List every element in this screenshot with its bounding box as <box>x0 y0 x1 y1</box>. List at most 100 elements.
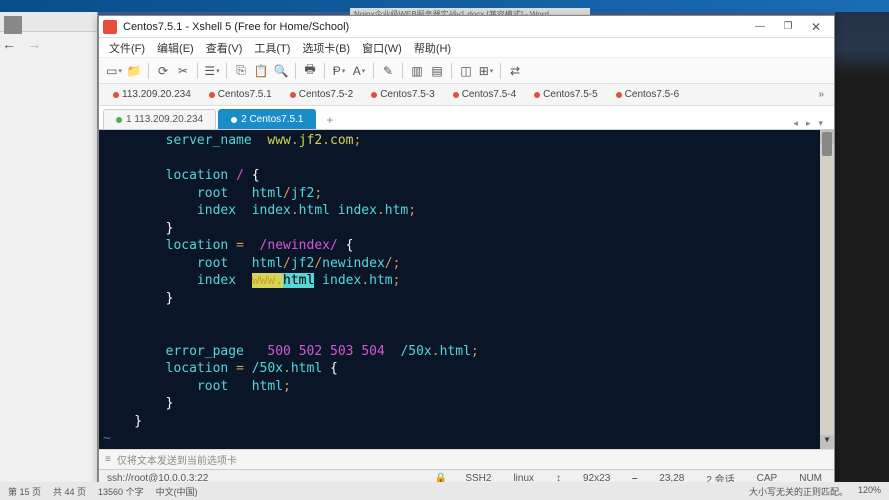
paste-button[interactable]: 📋 <box>252 62 270 80</box>
menu-window[interactable]: 窗口(W) <box>356 38 408 58</box>
add-tab-button[interactable]: + <box>318 111 341 129</box>
blank-line <box>103 307 830 325</box>
code: / <box>385 256 393 271</box>
tunnel-button[interactable]: ◫ <box>457 62 475 80</box>
reconnect-button[interactable]: ⟳ <box>154 62 172 80</box>
separator <box>500 63 501 79</box>
code-highlight: html <box>283 273 314 288</box>
code: index index <box>103 203 291 218</box>
conn-label: 113.209.20.234 <box>122 89 191 100</box>
code: . <box>361 273 369 288</box>
status-dot-icon <box>534 92 540 98</box>
minimize-button[interactable]: — <box>746 18 774 36</box>
properties-button[interactable]: ☰ <box>203 62 221 80</box>
forward-icon[interactable]: → <box>27 36 45 54</box>
code: . <box>291 203 299 218</box>
code: / <box>314 256 322 271</box>
code: } <box>103 291 173 306</box>
window-title: Centos7.5.1 - Xshell 5 (Free for Home/Sc… <box>123 21 746 33</box>
menu-edit[interactable]: 编辑(E) <box>151 38 200 58</box>
right-panel-blur <box>835 12 889 488</box>
code: html <box>440 344 471 359</box>
titlebar[interactable]: Centos7.5.1 - Xshell 5 (Free for Home/Sc… <box>99 16 834 38</box>
menu-view[interactable]: 查看(V) <box>200 38 249 58</box>
scroll-thumb[interactable] <box>822 132 832 156</box>
code: . <box>322 133 330 148</box>
tab-label: 2 Centos7.5.1 <box>241 114 303 125</box>
code: jf2 <box>291 256 314 271</box>
connection-bar: 113.209.20.234 Centos7.5.1 Centos7.5-2 C… <box>99 84 834 106</box>
find-button[interactable]: 🔍 <box>272 62 290 80</box>
code: error_page <box>103 344 267 359</box>
separator <box>402 63 403 79</box>
status-dot-icon <box>616 92 622 98</box>
code: ; <box>393 273 401 288</box>
code <box>244 238 260 253</box>
scroll-down-icon[interactable]: ▼ <box>820 435 834 449</box>
conn-tab-7[interactable]: Centos7.5-6 <box>608 87 687 102</box>
conn-tab-4[interactable]: Centos7.5-3 <box>363 87 442 102</box>
code: { <box>338 238 354 253</box>
language: 中文(中国) <box>156 485 198 498</box>
scrollbar[interactable]: ▲ ▼ <box>820 130 834 449</box>
app-icon <box>4 16 22 34</box>
code: / <box>236 168 244 183</box>
tile-v-button[interactable]: ▤ <box>428 62 446 80</box>
code: /newindex/ <box>260 238 338 253</box>
code: htm <box>385 203 408 218</box>
code: ; <box>283 379 291 394</box>
color-button[interactable]: A <box>350 62 368 80</box>
maximize-button[interactable]: ❐ <box>774 18 802 36</box>
conn-tab-1[interactable]: 113.209.20.234 <box>105 87 199 102</box>
send-menu-icon[interactable]: ≡ <box>105 454 111 465</box>
code: location <box>103 361 236 376</box>
print-button[interactable]: 🖶 <box>301 62 319 80</box>
code: server_name <box>103 133 267 148</box>
code: . <box>283 361 291 376</box>
session-tab-active[interactable]: 2 Centos7.5.1 <box>218 109 316 129</box>
tab-menu-icon[interactable]: ▾ <box>815 118 826 129</box>
send-bar[interactable]: ≡ 仅将文本发送到当前选项卡 <box>99 449 834 469</box>
code: = <box>236 238 244 253</box>
open-session-button[interactable]: 📁 <box>125 62 143 80</box>
status-dot-icon <box>231 117 237 123</box>
font-button[interactable]: Ᵽ <box>330 62 348 80</box>
code <box>244 361 252 376</box>
status-dot-icon <box>116 117 122 123</box>
terminal[interactable]: server_name www.jf2.com; location / { ro… <box>99 130 834 449</box>
code: www <box>267 133 290 148</box>
conn-label: Centos7.5-5 <box>543 89 597 100</box>
code: html <box>291 361 330 376</box>
conn-label: Centos7.5.1 <box>218 89 272 100</box>
session-tab-1[interactable]: 1 113.209.20.234 <box>103 109 216 129</box>
conn-tab-5[interactable]: Centos7.5-4 <box>445 87 524 102</box>
code: root html <box>103 379 283 394</box>
tab-right-icon[interactable]: ▸ <box>803 118 814 129</box>
conn-label: Centos7.5-4 <box>462 89 516 100</box>
blank-line <box>103 325 830 343</box>
menu-tabs[interactable]: 选项卡(B) <box>296 38 356 58</box>
blank-line <box>103 150 830 168</box>
layout-button[interactable]: ⊞ <box>477 62 495 80</box>
menu-file[interactable]: 文件(F) <box>103 38 151 58</box>
overflow-arrow-icon[interactable]: » <box>814 89 828 100</box>
highlight-button[interactable]: ✎ <box>379 62 397 80</box>
tab-left-icon[interactable]: ◂ <box>790 118 801 129</box>
copy-button[interactable]: ⎘ <box>232 62 250 80</box>
conn-tab-6[interactable]: Centos7.5-5 <box>526 87 605 102</box>
code: 500 <box>267 344 290 359</box>
new-session-button[interactable]: ▭ <box>105 62 123 80</box>
menu-tools[interactable]: 工具(T) <box>248 38 296 58</box>
disconnect-button[interactable]: ✂ <box>174 62 192 80</box>
xftp-button[interactable]: ⇄ <box>506 62 524 80</box>
code-highlight: www <box>252 273 275 288</box>
back-icon[interactable]: ← <box>2 36 20 54</box>
xshell-icon <box>103 20 117 34</box>
code: /50x <box>252 361 283 376</box>
close-button[interactable]: ✕ <box>802 18 830 36</box>
conn-tab-2[interactable]: Centos7.5.1 <box>201 87 280 102</box>
menu-help[interactable]: 帮助(H) <box>408 38 457 58</box>
tile-h-button[interactable]: ▥ <box>408 62 426 80</box>
code-highlight: . <box>275 273 283 288</box>
conn-tab-3[interactable]: Centos7.5-2 <box>282 87 361 102</box>
